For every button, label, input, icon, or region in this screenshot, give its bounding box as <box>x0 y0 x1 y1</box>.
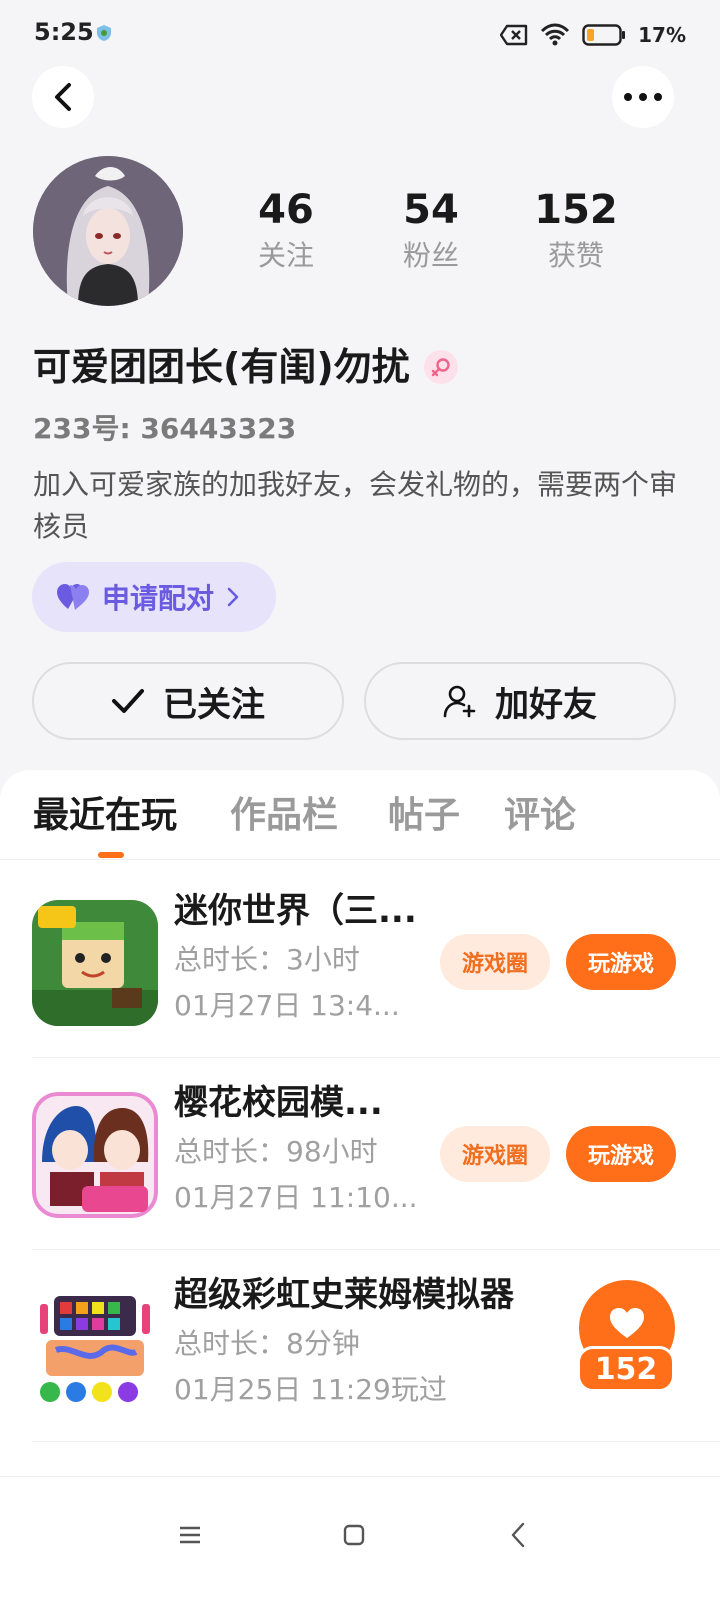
home-button[interactable] <box>330 1511 378 1559</box>
game-last-played: 01月25日 11:29玩过 <box>174 1373 447 1406</box>
heart-icon <box>610 1308 644 1338</box>
battery-percent: 17% <box>638 23 686 47</box>
game-duration: 总时长：98小时 <box>174 1135 378 1168</box>
chevron-right-icon <box>227 587 239 607</box>
add-friend-button[interactable]: 加好友 <box>364 662 676 740</box>
back-icon <box>55 83 71 111</box>
more-button[interactable] <box>612 66 674 128</box>
status-indicators: 17% <box>500 20 686 50</box>
status-bar: 5:25 17% <box>0 0 720 68</box>
game-title: 迷你世界（三... <box>174 891 417 931</box>
nav-back-button[interactable] <box>494 1511 542 1559</box>
system-nav-bar <box>0 1476 720 1600</box>
like-count: 152 <box>577 1346 675 1392</box>
menu-button[interactable] <box>166 1511 214 1559</box>
game-icon-rainbow-slime <box>32 1284 158 1410</box>
stat-label: 粉丝 <box>402 239 459 272</box>
check-icon <box>112 689 144 713</box>
heart-pair-icon <box>57 584 89 610</box>
game-title: 樱花校园模... <box>174 1083 383 1123</box>
wifi-icon <box>541 23 570 46</box>
bio: 加入可爱家族的加我好友，会发礼物的，需要两个审核员 <box>33 468 678 543</box>
avatar-illustration <box>33 156 183 306</box>
game-icon-sakura-school <box>32 1092 158 1218</box>
stat-value: 152 <box>534 187 618 233</box>
avatar[interactable] <box>33 156 183 306</box>
stat-label: 关注 <box>257 239 314 272</box>
game-last-played: 01月27日 13:4... <box>174 989 400 1022</box>
follow-label: 已关注 <box>163 684 265 725</box>
tab-indicator <box>98 852 124 858</box>
tab-recent[interactable]: 最近在玩 <box>33 792 177 840</box>
profile-screen: 5:25 17% 46 关注 54 粉丝 152 获赞 可爱团团长(有闺)勿扰 … <box>0 0 720 1600</box>
menu-icon <box>180 1526 200 1544</box>
game-duration: 总时长：8分钟 <box>174 1327 360 1360</box>
shield-icon <box>97 25 111 41</box>
stat-likes[interactable]: 152 获赞 <box>516 186 636 274</box>
stat-followers[interactable]: 54 粉丝 <box>371 186 491 274</box>
nickname-row: 可爱团团长(有闺)勿扰 <box>33 340 458 394</box>
sim-off-icon <box>500 24 528 46</box>
game-title: 超级彩虹史莱姆模拟器 <box>174 1275 514 1315</box>
tab-posts[interactable]: 帖子 <box>388 792 460 840</box>
game-row[interactable]: 迷你世界（三... 总时长：3小时 01月27日 13:4... 游戏圈 玩游戏 <box>32 866 720 1058</box>
more-icon <box>624 93 662 101</box>
stat-label: 获赞 <box>547 239 604 272</box>
play-game-button[interactable]: 玩游戏 <box>566 1126 676 1182</box>
game-circle-button[interactable]: 游戏圈 <box>440 934 550 990</box>
play-game-button[interactable]: 玩游戏 <box>566 934 676 990</box>
tab-comments[interactable]: 评论 <box>504 792 576 840</box>
female-icon <box>423 350 458 384</box>
stat-following[interactable]: 46 关注 <box>226 186 346 274</box>
follow-button[interactable]: 已关注 <box>32 662 344 740</box>
home-icon <box>343 1524 365 1546</box>
stat-value: 54 <box>403 187 459 233</box>
user-id: 233号: 36443323 <box>33 412 297 445</box>
tab-bar: 最近在玩 作品栏 帖子 评论 <box>0 770 720 860</box>
like-button[interactable]: 152 <box>565 1280 677 1398</box>
add-friend-label: 加好友 <box>495 684 597 725</box>
game-duration: 总时长：3小时 <box>174 943 360 976</box>
pair-button[interactable]: 申请配对 <box>32 562 276 632</box>
game-last-played: 01月27日 11:10... <box>174 1181 418 1214</box>
back-button[interactable] <box>32 66 94 128</box>
nav-back-icon <box>511 1522 525 1548</box>
game-icon-mini-world <box>32 900 158 1026</box>
status-time: 5:25 <box>34 18 94 46</box>
stat-value: 46 <box>258 187 314 233</box>
game-circle-button[interactable]: 游戏圈 <box>440 1126 550 1182</box>
pair-label: 申请配对 <box>102 582 215 615</box>
add-friend-icon <box>443 685 476 718</box>
nickname: 可爱团团长(有闺)勿扰 <box>33 345 410 389</box>
battery-icon <box>582 24 626 46</box>
tab-works[interactable]: 作品栏 <box>230 792 338 840</box>
game-row[interactable]: 樱花校园模... 总时长：98小时 01月27日 11:10... 游戏圈 玩游… <box>32 1058 720 1250</box>
